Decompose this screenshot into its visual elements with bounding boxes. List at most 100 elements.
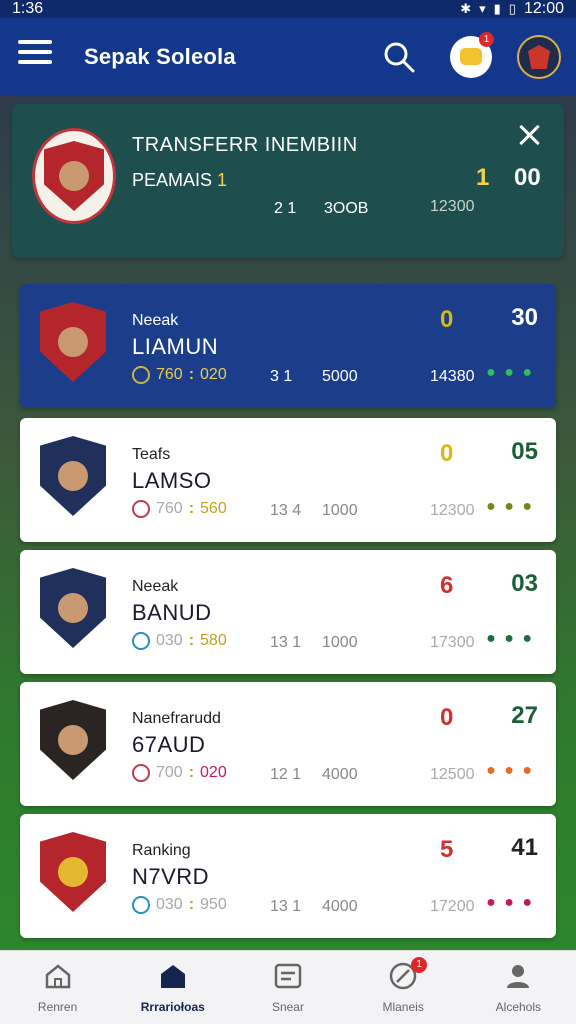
user-icon <box>507 965 530 988</box>
face-icon <box>58 725 88 755</box>
chat-icon <box>460 48 482 65</box>
nav-label: Alcehols <box>495 1000 542 1014</box>
card-pin: 0 <box>440 704 454 731</box>
stat-right: 020 <box>200 764 227 781</box>
card-mid-a: 3 1 <box>270 368 293 385</box>
player-card[interactable]: Neeak BANUD 030 : 580 13 1 1000 6 03 173… <box>20 550 556 674</box>
player-crest <box>40 568 106 648</box>
card-mid-a: 13 1 <box>270 634 302 651</box>
card-dots: ● ● ● <box>486 894 534 911</box>
featured-subtitle-label: PEAMAIS <box>132 170 213 190</box>
bottom-nav: Renren Rrrariołoas Snear 1 Mlaneis Alceh… <box>0 950 576 1024</box>
card-mid-b: 4000 <box>322 766 358 783</box>
stat-right: 580 <box>200 632 227 649</box>
card-sub: 12300 <box>430 502 475 519</box>
club-logo[interactable] <box>517 35 561 79</box>
stadium-icon <box>160 965 185 988</box>
nav-label: Renren <box>37 1000 78 1014</box>
stat-right: 020 <box>200 366 227 383</box>
card-name: LAMSO <box>132 468 212 493</box>
trophy-icon <box>58 857 88 887</box>
nav-label: Rrrariołoas <box>140 1000 205 1014</box>
player-card[interactable]: Neeak LIAMUN 760 : 020 3 1 5000 0 30 143… <box>20 284 556 408</box>
crest-icon <box>40 436 106 516</box>
card-mid-b: 4000 <box>322 898 358 915</box>
card-stat: 760 : 560 <box>132 500 227 518</box>
status-time-right: 12:00 <box>523 0 564 17</box>
nav-user[interactable]: Alcehols <box>468 961 568 1014</box>
stat-sep: : <box>188 896 195 913</box>
player-photo-icon <box>44 141 104 211</box>
featured-num-right: 00 <box>514 164 541 191</box>
card-kicker: Neeak <box>132 312 179 329</box>
player-card[interactable]: Nanefrarudd 67AUD 700 : 020 12 1 4000 0 … <box>20 682 556 806</box>
nav-label: Snear <box>271 1000 304 1014</box>
crest-icon <box>40 302 106 382</box>
card-icon <box>274 963 302 989</box>
card-score: 05 <box>511 438 538 465</box>
card-mid-a: 13 4 <box>270 502 302 519</box>
featured-subtitle-num: 1 <box>217 170 228 190</box>
card-pin: 0 <box>440 306 454 333</box>
card-dots: ● ● ● <box>486 364 534 381</box>
signal-icon: ▮ <box>493 1 501 16</box>
player-card[interactable]: Teafs LAMSO 760 : 560 13 4 1000 0 05 123… <box>20 418 556 542</box>
status-bar: 1:36 ✱ ▾ ▮ ▯ 12:00 <box>0 0 576 18</box>
status-time: 1:36 <box>12 0 44 17</box>
nav-stadium[interactable]: Rrrariołoas <box>123 961 223 1014</box>
close-icon[interactable] <box>516 122 542 148</box>
chat-badge: 1 <box>479 32 494 47</box>
nav-badge: 1 <box>411 957 428 973</box>
card-score: 27 <box>511 702 538 729</box>
card-stat: 030 : 580 <box>132 632 227 650</box>
face-icon <box>58 593 88 623</box>
status-right: ✱ ▾ ▮ ▯ 12:00 <box>460 0 564 18</box>
featured-meta-a: 2 1 <box>274 200 297 217</box>
crest-icon <box>40 700 106 780</box>
stat-sep: : <box>188 632 195 649</box>
app-header: Sepak Soleola 1 <box>0 18 576 96</box>
card-sub: 17300 <box>430 634 475 651</box>
player-crest <box>40 436 106 516</box>
featured-transfer-card[interactable]: TRANSFERR INEMBIIN PEAMAIS 1 2 1 3OOB 1 … <box>12 104 564 258</box>
menu-icon[interactable] <box>18 40 52 72</box>
featured-avatar <box>32 128 116 224</box>
card-mid-b: 1000 <box>322 502 358 519</box>
card-dots: ● ● ● <box>486 498 534 515</box>
nav-compass[interactable]: 1 Mlaneis <box>353 957 453 1014</box>
stat-left: 700 <box>156 764 183 781</box>
stat-right: 950 <box>200 896 227 913</box>
stat-right: 560 <box>200 500 227 517</box>
search-icon[interactable] <box>382 40 416 74</box>
card-score-wrap: 03 <box>511 570 538 598</box>
card-sub: 12500 <box>430 766 475 783</box>
card-kicker: Ranking <box>132 842 191 859</box>
crest-icon <box>40 568 106 648</box>
card-stat: 760 : 020 <box>132 366 227 384</box>
player-card[interactable]: Ranking N7VRD 030 : 950 13 1 4000 5 41 1… <box>20 814 556 938</box>
featured-num-meta: 12300 <box>430 198 475 215</box>
coin-icon <box>132 632 150 650</box>
card-score-wrap: 30 <box>511 304 538 332</box>
coin-icon <box>132 500 150 518</box>
coin-icon <box>132 896 150 914</box>
card-score-wrap: 05 <box>511 438 538 466</box>
player-portrait <box>32 128 116 224</box>
stat-sep: : <box>188 500 195 517</box>
stat-left: 030 <box>156 632 183 649</box>
card-mid-a: 12 1 <box>270 766 302 783</box>
nav-home[interactable]: Renren <box>8 961 108 1014</box>
nav-card[interactable]: Snear <box>238 961 338 1014</box>
face-icon <box>58 327 88 357</box>
card-sub: 14380 <box>430 368 475 385</box>
app-title: Sepak Soleola <box>84 44 236 69</box>
coin-icon <box>132 764 150 782</box>
card-pin: 5 <box>440 836 454 863</box>
face-icon <box>58 461 88 491</box>
card-kicker: Neeak <box>132 578 179 595</box>
wifi-icon: ▾ <box>479 1 486 16</box>
card-name: 67AUD <box>132 732 206 757</box>
card-name: N7VRD <box>132 864 210 889</box>
club-crest-icon <box>528 45 550 69</box>
player-crest <box>40 700 106 780</box>
